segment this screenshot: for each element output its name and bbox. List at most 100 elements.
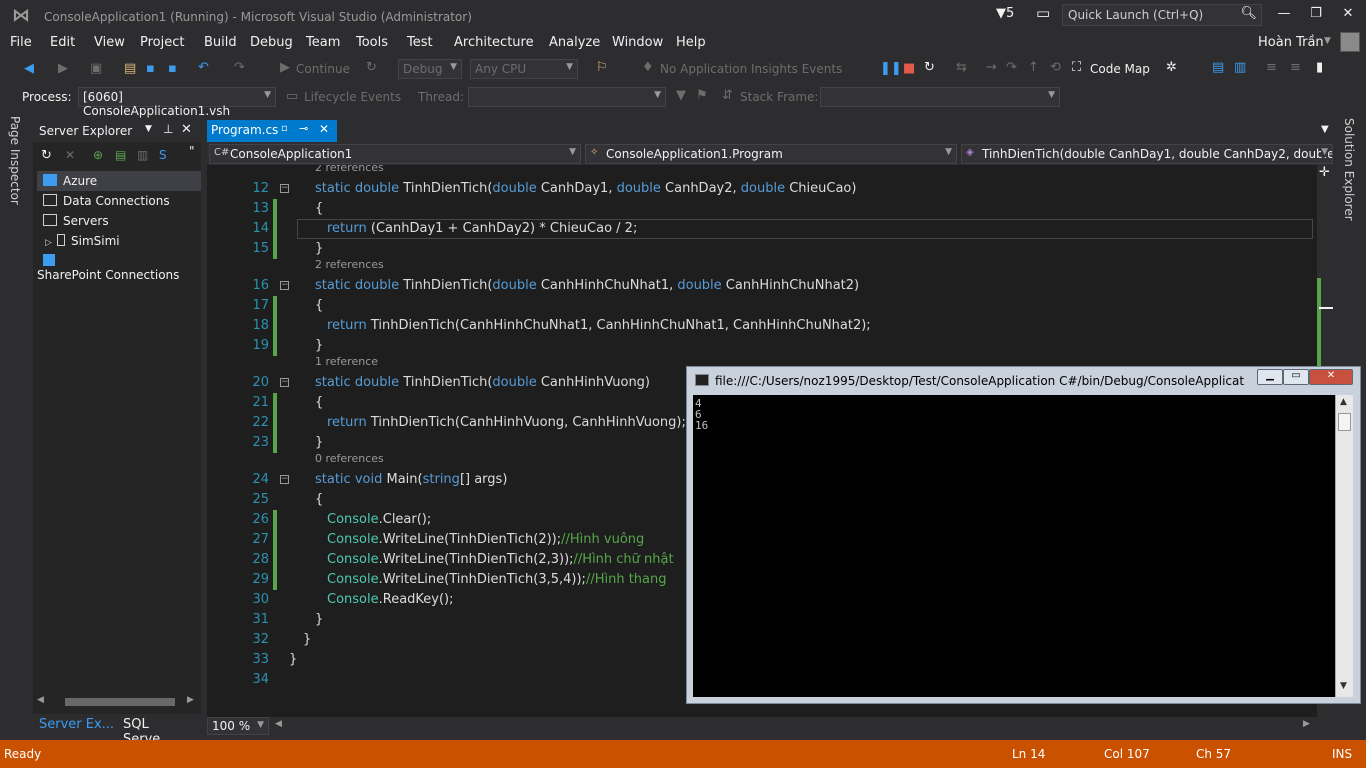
avatar[interactable] [1340,32,1360,52]
menu-view[interactable]: View [94,35,125,50]
feedback-icon[interactable]: ▭ [1036,4,1050,22]
menu-window[interactable]: Window [612,35,663,50]
menu-build[interactable]: Build [204,35,237,50]
pin-tab-icon[interactable]: ⊸ [299,122,308,135]
redo-icon[interactable]: ↷ [234,60,245,75]
collapse-icon[interactable]: − [280,378,289,387]
tab-program-cs[interactable]: Program.cs ▫ ⊸ ✕ [207,120,337,142]
codelens-references[interactable]: 2 references [315,258,384,271]
scroll-right-icon[interactable]: ▶ [187,695,194,705]
scroll-right-icon[interactable]: ▶ [1303,719,1310,729]
pin-icon[interactable]: ⊥ [163,122,173,136]
step-out-icon[interactable]: ↑ [1028,60,1039,75]
close-button[interactable]: ✕ [1338,6,1358,24]
stop-icon[interactable]: ✕ [65,148,75,162]
refresh-icon[interactable]: ↻ [41,148,52,163]
quick-launch-input[interactable]: Quick Launch (Ctrl+Q) 🔍︎ [1062,4,1262,26]
insights-label[interactable]: No Application Insights Events [660,62,842,76]
open-file-icon[interactable]: ▤ [124,61,136,76]
collapse-icon[interactable]: − [280,184,289,193]
stop-debugging-icon[interactable]: ■ [903,61,915,76]
solution-explorer-tab[interactable]: Solution Explorer [1336,116,1366,236]
codelens-references[interactable]: 0 references [315,452,384,465]
connect-sharepoint-icon[interactable]: S [159,148,167,162]
flag-threads-icon[interactable]: ⚑ [696,88,708,103]
menu-edit[interactable]: Edit [50,35,75,50]
member-dropdown[interactable]: ◈ TinhDienTich(double CanhDay1, double Ca… [961,144,1333,164]
collapse-icon[interactable]: − [280,281,289,290]
scrollbar-thumb[interactable] [1338,413,1351,431]
split-editor-icon[interactable]: ✛ [1319,165,1330,180]
connect-server-icon[interactable]: ▤ [115,148,126,162]
console-minimize-button[interactable]: ▁ [1257,369,1283,385]
tree-item-simsimi[interactable]: ▷ SimSimi [37,231,201,251]
scroll-up-icon[interactable]: ▲ [1340,397,1347,407]
notifications-button[interactable]: ▼5 [996,6,1014,21]
tree-item-azure[interactable]: Azure [37,171,201,191]
tree-item-data-connections[interactable]: Data Connections [37,191,201,211]
horizontal-scrollbar[interactable]: ◀ ▶ [35,694,197,710]
bookmark-icon[interactable]: ▮ [1316,60,1323,75]
user-name[interactable]: Hoàn Trần [1258,35,1324,50]
insights-icon[interactable]: ♦ [642,60,654,75]
process-select[interactable]: [6060] ConsoleApplication1.vsh ▼ [78,87,276,118]
close-icon[interactable]: ✕ [181,122,192,137]
platform-select[interactable]: Any CPU ▼ [470,59,578,79]
hot-reload-icon[interactable]: ⟲ [1050,60,1061,75]
menu-team[interactable]: Team [306,35,340,50]
console-close-button[interactable]: ✕ [1309,369,1353,385]
attach-process-icon[interactable]: ⚐ [596,60,608,75]
break-all-icon[interactable]: ❚❚ [880,61,902,76]
codelens-references[interactable]: 1 reference [315,355,378,368]
forward-icon[interactable]: ▶ [58,61,68,76]
console-window[interactable]: file:///C:/Users/noz1995/Desktop/Test/Co… [686,366,1361,704]
menu-help[interactable]: Help [676,35,706,50]
class-dropdown[interactable]: ✧ ConsoleApplication1.Program ▼ [585,144,957,164]
save-all-icon[interactable]: ▪ [168,61,177,76]
scrollbar-thumb[interactable] [65,698,175,706]
filter-icon[interactable]: ▼ [676,88,686,103]
show-next-statement-icon[interactable]: ⇆ [956,60,967,75]
step-over-icon[interactable]: ↷ [1006,60,1017,75]
configuration-select[interactable]: Debug ▼ [398,59,462,79]
project-dropdown[interactable]: C# ConsoleApplication1 ▼ [209,144,581,164]
comment-icon[interactable]: ▤ [1212,60,1224,75]
scroll-down-icon[interactable]: ▼ [1340,681,1347,691]
lifecycle-events-icon[interactable]: ▭ [286,89,298,104]
menu-analyze[interactable]: Analyze [549,35,600,50]
step-into-icon[interactable]: → [986,60,997,75]
menu-architecture[interactable]: Architecture [454,35,534,50]
continue-icon[interactable]: ▶ [280,60,290,75]
panel-menu-icon[interactable]: ▼ [145,124,152,134]
restart-icon[interactable]: ↻ [366,60,377,75]
continue-button[interactable]: Continue [296,62,350,76]
tree-item-sharepoint[interactable]: SharePoint Connections [37,251,201,282]
lifecycle-events-button[interactable]: Lifecycle Events [304,90,401,104]
tab-list-icon[interactable]: ▼ [1321,124,1329,135]
thread-select[interactable]: ▼ [468,87,666,107]
outdent-icon[interactable]: ≡ [1290,60,1301,75]
code-map-button[interactable]: Code Map [1090,62,1150,76]
indent-icon[interactable]: ≡ [1266,60,1277,75]
expand-arrow-icon[interactable]: ▷ [45,238,57,248]
page-inspector-tab[interactable]: Page Inspector [0,116,32,216]
menu-file[interactable]: File [10,35,32,50]
menu-debug[interactable]: Debug [250,35,293,50]
codelens-references[interactable]: 2 references [315,165,384,174]
menu-test[interactable]: Test [407,35,433,50]
stack-frame-select[interactable]: ▼ [820,87,1060,107]
restart-debugging-icon[interactable]: ↻ [924,60,935,75]
new-project-icon[interactable]: ▣ [90,61,102,76]
breakpoints-icon[interactable]: ✲ [1166,60,1177,75]
user-dropdown-icon[interactable]: ▼ [1324,36,1331,46]
save-icon[interactable]: ▪ [146,61,155,76]
close-tab-icon[interactable]: ✕ [319,122,329,136]
connect-database-icon[interactable]: ⊕ [93,148,103,162]
console-maximize-button[interactable]: ▭ [1283,369,1309,385]
menu-project[interactable]: Project [140,35,184,50]
tab-server-explorer[interactable]: Server Ex... [39,717,114,732]
connect-azure-icon[interactable]: ▥ [137,148,148,162]
console-scrollbar[interactable]: ▲ ▼ [1335,395,1353,697]
menu-tools[interactable]: Tools [356,35,388,50]
back-icon[interactable]: ◀ [24,61,34,76]
